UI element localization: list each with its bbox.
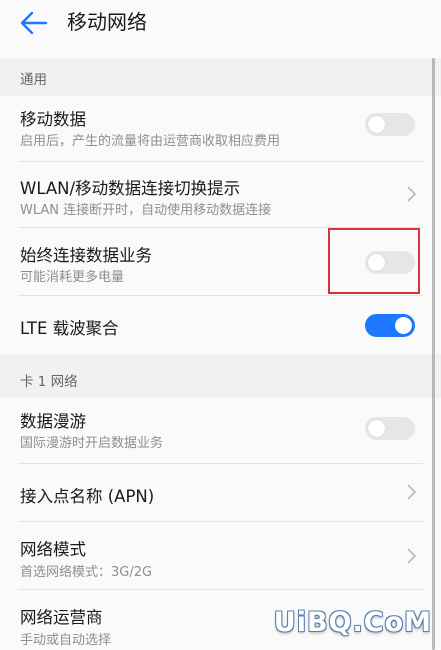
setting-row-data-roaming[interactable]: 数据漫游 国际漫游时开启数据业务 [0,398,441,464]
highlight-annotation-box [328,228,420,294]
chevron-right-icon [407,548,417,564]
row-subtitle: WLAN 连接断开时，自动使用移动数据连接 [20,203,272,218]
row-title: 接入点名称 (APN) [20,487,155,506]
mobile-data-toggle[interactable] [365,113,415,136]
row-title: 数据漫游 [20,412,86,431]
row-title: 移动数据 [20,110,86,129]
app-bar: 移动网络 [0,0,441,46]
toggle-knob [368,420,385,437]
section-label: 通用 [20,72,47,88]
setting-row-wlan-switch-prompt[interactable]: WLAN/移动数据连接切换提示 WLAN 连接断开时，自动使用移动数据连接 [0,162,441,228]
arrow-left-icon [20,11,48,35]
scrollbar[interactable] [432,58,435,650]
section-label: 卡 1 网络 [20,374,78,390]
toggle-knob [395,317,412,334]
row-title: WLAN/移动数据连接切换提示 [20,179,241,198]
setting-row-lte-ca[interactable]: LTE 载波聚合 [0,296,441,354]
data-roaming-toggle[interactable] [365,417,415,440]
row-subtitle: 首选网络模式：3G/2G [20,565,153,580]
watermark-logo: UiBQ.CoM [273,607,432,638]
row-title: LTE 载波聚合 [20,319,119,338]
row-subtitle: 手动或自动选择 [20,633,112,648]
setting-row-network-mode[interactable]: 网络模式 首选网络模式：3G/2G [0,522,441,590]
lte-ca-toggle[interactable] [365,314,415,337]
row-title: 网络运营商 [20,608,103,627]
back-button[interactable] [12,4,56,42]
section-header-general: 通用 [0,58,441,96]
chevron-right-icon [407,484,417,500]
row-title: 网络模式 [20,540,86,559]
row-subtitle: 启用后，产生的流量将由运营商收取相应费用 [20,134,281,149]
setting-row-apn[interactable]: 接入点名称 (APN) [0,464,441,522]
row-subtitle: 国际漫游时开启数据业务 [20,436,164,451]
row-title: 始终连接数据业务 [20,246,152,265]
setting-row-mobile-data[interactable]: 移动数据 启用后，产生的流量将由运营商收取相应费用 [0,96,441,162]
toggle-knob [368,116,385,133]
section-header-card1: 卡 1 网络 [0,354,441,398]
row-subtitle: 可能消耗更多电量 [20,270,125,285]
page-title: 移动网络 [67,10,147,34]
chevron-right-icon [407,186,417,202]
